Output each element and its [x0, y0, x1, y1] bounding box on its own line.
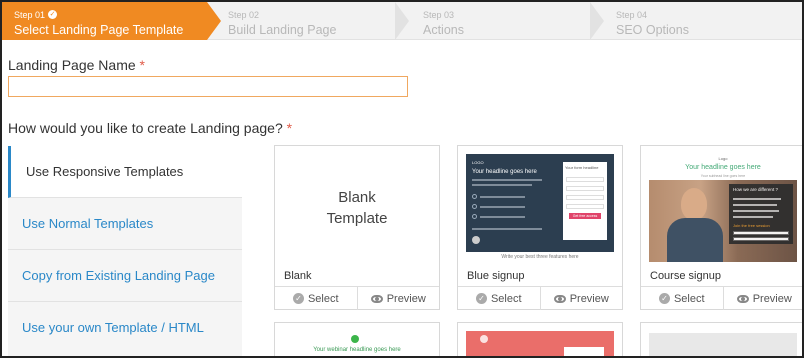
red-dot-icon: [480, 335, 488, 343]
template-card-webinar[interactable]: Your webinar headline goes here: [274, 322, 440, 356]
option-copy-existing[interactable]: Copy from Existing Landing Page: [8, 250, 242, 302]
wizard-step-1[interactable]: Step 01 ✓ Select Landing Page Template: [2, 2, 207, 40]
eye-icon: [736, 294, 749, 303]
eye-icon: [553, 294, 566, 303]
check-circle-icon: ✓: [658, 293, 670, 304]
thumb-form-title: Your form headline: [565, 165, 599, 170]
wizard-steps: Step 01 ✓ Select Landing Page Template St…: [2, 2, 802, 40]
create-method-label: How would you like to create Landing pag…: [8, 120, 293, 136]
template-card-course-signup[interactable]: Logo Your headline goes here Your subhea…: [640, 145, 803, 310]
option-normal-templates[interactable]: Use Normal Templates: [8, 198, 242, 250]
template-title: Blue signup: [467, 270, 525, 282]
thumb-join-text: Join the free session: [733, 223, 770, 228]
green-dot-icon: [351, 335, 359, 343]
wizard-step-4[interactable]: Step 04 SEO Options: [616, 2, 796, 40]
wizard-step-2[interactable]: Step 02 Build Landing Page: [228, 2, 398, 40]
template-card-grey[interactable]: [640, 322, 802, 356]
blue-signup-thumbnail: LOGO Your headline goes here Your form h…: [466, 154, 614, 262]
thumb-cta: Get free access: [569, 213, 601, 219]
thumb-features: Write your best three features here: [501, 254, 579, 260]
template-title: Course signup: [650, 270, 721, 282]
template-card-blank[interactable]: Blank Template Blank ✓ Select Preview: [274, 145, 440, 310]
thumb-logo: Logo: [718, 156, 728, 161]
step-3-name: Actions: [423, 23, 464, 37]
select-button[interactable]: ✓ Select: [641, 287, 723, 310]
course-signup-thumbnail: Logo Your headline goes here Your subhea…: [649, 154, 797, 262]
thumb-webinar-headline: Your webinar headline goes here: [313, 347, 401, 353]
wizard-step-3[interactable]: Step 03 Actions: [423, 2, 593, 40]
preview-button[interactable]: Preview: [539, 287, 623, 310]
step-4-number: Step 04: [616, 10, 648, 20]
create-method-options: Use Responsive Templates Use Normal Temp…: [8, 146, 242, 356]
eye-icon: [370, 294, 383, 303]
required-mark: *: [139, 57, 145, 73]
blank-template-text: Blank Template: [326, 189, 388, 227]
required-mark: *: [286, 120, 293, 136]
step-2-number: Step 02: [228, 10, 260, 20]
step-1-name: Select Landing Page Template: [14, 23, 184, 37]
select-button[interactable]: ✓ Select: [458, 287, 540, 310]
template-title: Blank: [284, 270, 312, 282]
blank-template-thumbnail: Blank Template: [283, 154, 431, 262]
thumb-photo: How we are different ? Join the free ses…: [649, 180, 797, 262]
preview-button[interactable]: Preview: [722, 287, 803, 310]
step-2-separator: [395, 2, 409, 40]
landing-page-name-input[interactable]: [8, 76, 408, 97]
thumb-panel-title: How we are different ?: [733, 187, 778, 192]
landing-page-name-label: Landing Page Name *: [8, 57, 145, 73]
step-3-number: Step 03: [423, 10, 455, 20]
option-own-template[interactable]: Use your own Template / HTML: [8, 302, 242, 354]
thumb-headline: Your headline goes here: [472, 169, 537, 175]
select-button[interactable]: ✓ Select: [275, 287, 357, 310]
check-circle-icon: ✓: [475, 293, 487, 304]
step-1-arrow: [207, 2, 221, 40]
check-circle-icon: ✓: [292, 293, 304, 304]
thumb-logo: LOGO: [472, 160, 484, 165]
landing-page-wizard: Step 01 ✓ Select Landing Page Template St…: [0, 0, 804, 358]
template-card-blue-signup[interactable]: LOGO Your headline goes here Your form h…: [457, 145, 623, 310]
step-1-number: Step 01: [14, 10, 46, 20]
step-2-name: Build Landing Page: [228, 23, 337, 37]
template-card-red[interactable]: [457, 322, 623, 356]
option-responsive-templates[interactable]: Use Responsive Templates: [8, 146, 242, 198]
check-icon: ✓: [48, 10, 58, 19]
thumb-subline: Your subhead line goes here: [700, 174, 746, 178]
thumb-headline: Your headline goes here: [685, 164, 761, 171]
step-3-separator: [590, 2, 604, 40]
step-4-name: SEO Options: [616, 23, 689, 37]
preview-button[interactable]: Preview: [356, 287, 440, 310]
